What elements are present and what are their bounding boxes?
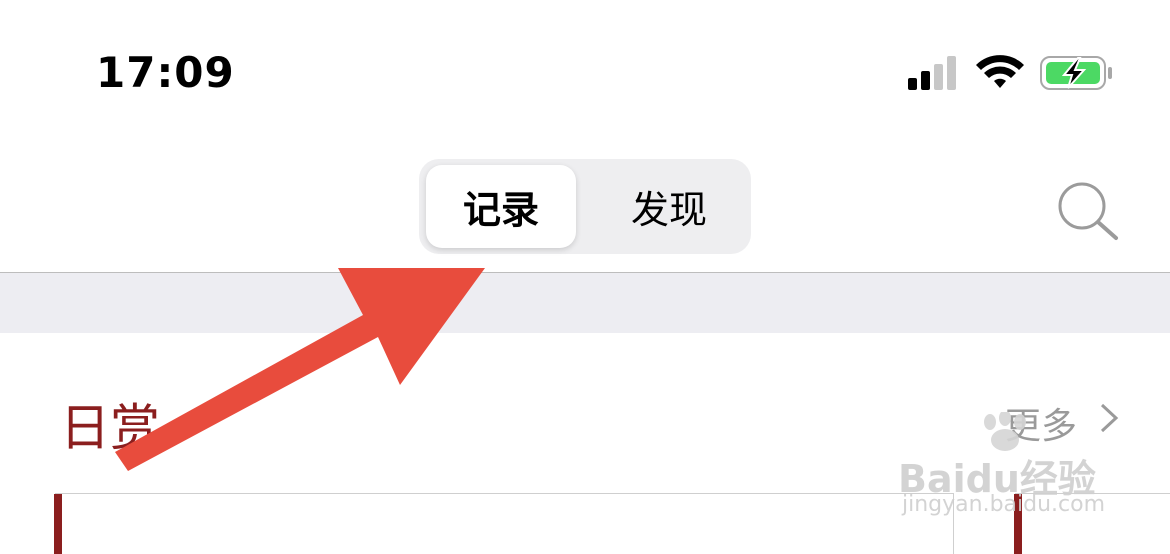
card-accent-bar [54, 494, 62, 554]
daily-card[interactable] [54, 493, 954, 554]
segment-discover[interactable]: 发现 [589, 165, 749, 248]
section-title: 日赏 [60, 399, 160, 457]
status-icons [908, 55, 1112, 90]
battery-charging-icon [1040, 56, 1112, 90]
segment-records[interactable]: 记录 [426, 165, 576, 248]
wifi-icon [976, 55, 1024, 88]
search-icon[interactable] [1052, 178, 1124, 242]
cellular-signal-icon [908, 56, 956, 90]
section-separator [0, 272, 1170, 333]
status-bar: 17:09 [0, 0, 1170, 120]
paw-logo-icon [984, 412, 1026, 451]
watermark-url: jingyan.baidu.com [902, 492, 1106, 517]
watermark: Baidu经验 jingyan.baidu.com [898, 412, 1118, 522]
segment-records-label: 记录 [462, 188, 539, 232]
status-time: 17:09 [96, 48, 235, 97]
segment-discover-label: 发现 [630, 188, 707, 232]
mode-segmented-control[interactable]: 记录 发现 [419, 159, 751, 254]
